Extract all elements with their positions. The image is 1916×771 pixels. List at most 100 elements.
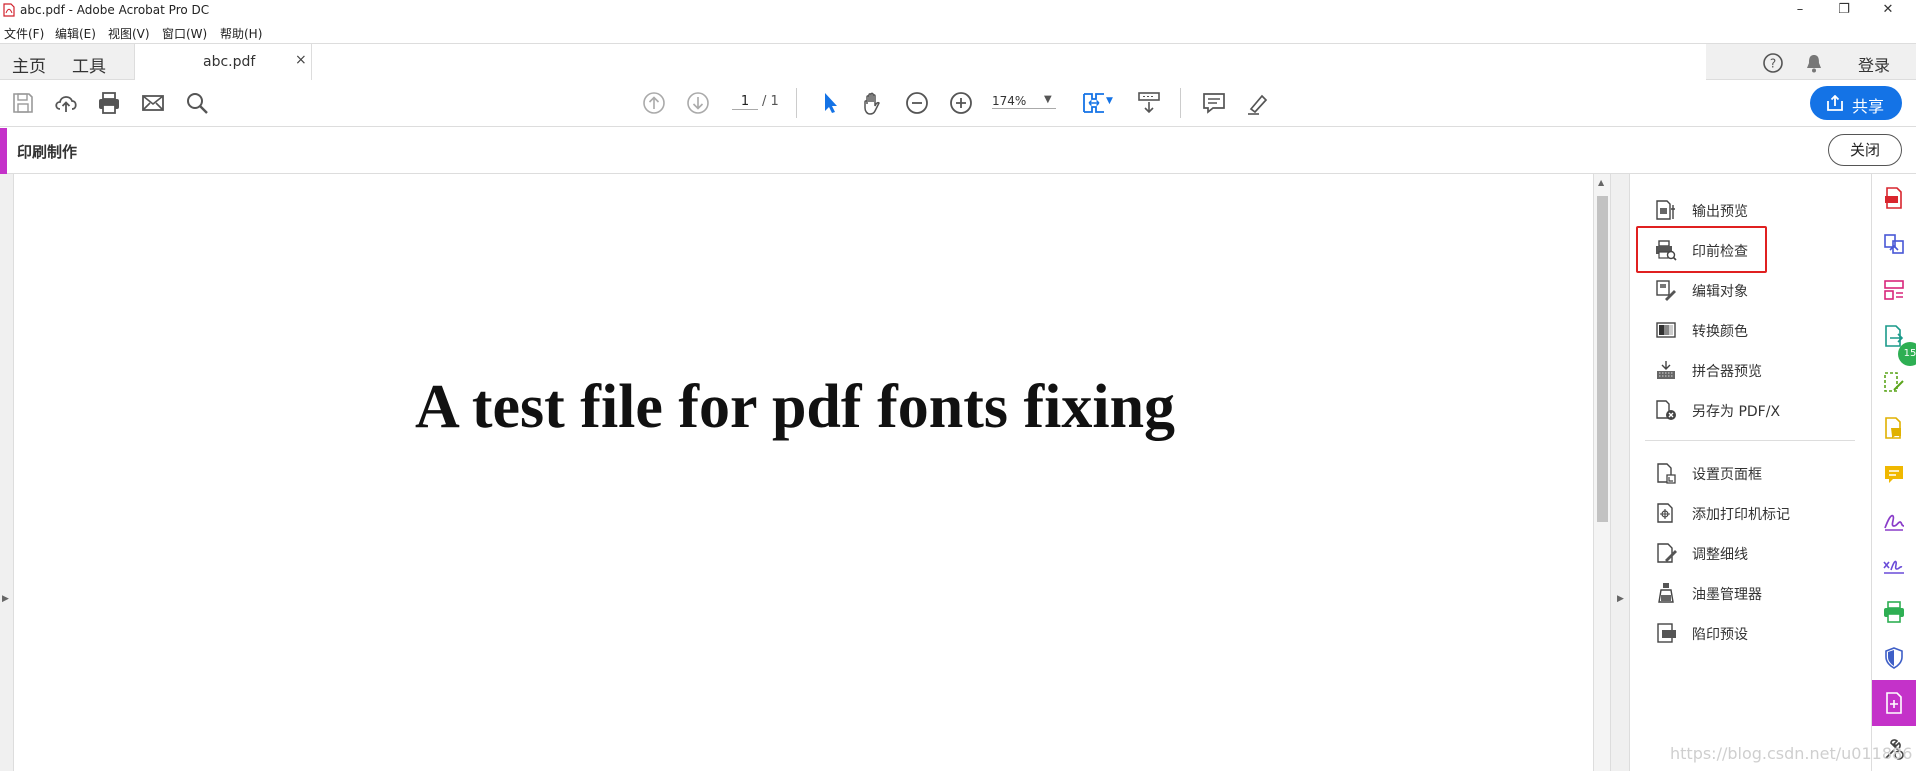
- collapse-panel-icon[interactable]: ▶: [1617, 594, 1624, 604]
- hand-tool-icon[interactable]: [860, 90, 886, 116]
- panel-item-ink-manager[interactable]: 油墨管理器: [1645, 577, 1855, 607]
- close-tool-button[interactable]: 关闭: [1828, 134, 1902, 166]
- upload-cloud-icon[interactable]: [53, 90, 79, 116]
- edit-object-icon: [1656, 280, 1676, 301]
- toolbar-separator: [796, 88, 797, 118]
- panel-item-label: 转换颜色: [1692, 324, 1748, 340]
- menu-file[interactable]: 文件(F): [4, 25, 44, 42]
- vertical-scrollbar[interactable]: ▲: [1593, 174, 1610, 771]
- search-icon[interactable]: [184, 90, 210, 116]
- tool-header: 印刷制作 关闭: [0, 128, 1916, 174]
- panel-item-label: 编辑对象: [1692, 284, 1748, 300]
- toolbar: 1 / 1 174% ▼ ▼ 共享: [0, 80, 1916, 127]
- tab-document[interactable]: abc.pdf ×: [134, 44, 312, 81]
- fit-page-icon[interactable]: [1081, 90, 1107, 116]
- close-window-button[interactable]: ✕: [1866, 0, 1910, 20]
- fit-caret-icon[interactable]: ▼: [1106, 96, 1113, 106]
- bell-icon[interactable]: [1804, 52, 1824, 74]
- panel-item-trap-presets[interactable]: 陷印预设: [1645, 617, 1855, 647]
- organize-pages-icon[interactable]: [1882, 278, 1906, 302]
- share-button[interactable]: 共享: [1810, 86, 1902, 120]
- trap-presets-icon: [1657, 623, 1676, 643]
- panel-item-label: 输出预览: [1692, 204, 1748, 220]
- document-text: A test file for pdf fonts fixing: [415, 373, 1176, 441]
- print-production-active-icon: [1886, 692, 1902, 714]
- page-total: / 1: [762, 94, 779, 109]
- previous-page-icon[interactable]: [641, 90, 667, 116]
- create-pdf-icon[interactable]: [1882, 186, 1906, 210]
- panel-item-label: 油墨管理器: [1692, 587, 1762, 603]
- panel-divider: [1645, 440, 1855, 441]
- protect-icon[interactable]: [1882, 646, 1906, 670]
- panel-item-label: 陷印预设: [1692, 627, 1748, 643]
- right-panel-collapse[interactable]: ▶: [1610, 174, 1630, 771]
- menu-help[interactable]: 帮助(H): [220, 25, 262, 42]
- convert-colors-icon: [1656, 322, 1676, 338]
- set-page-boxes-icon: [1657, 463, 1676, 484]
- share-icon: [1827, 95, 1843, 111]
- scrollbar-thumb[interactable]: [1597, 196, 1608, 522]
- notification-badge[interactable]: 15: [1898, 342, 1916, 366]
- edit-pdf-icon[interactable]: [1882, 370, 1906, 394]
- print-production-icon[interactable]: [1882, 600, 1906, 624]
- window-title: abc.pdf - Adobe Acrobat Pro DC: [20, 3, 210, 17]
- panel-item-convert-colors[interactable]: 转换颜色: [1645, 314, 1855, 344]
- panel-item-fix-hairlines[interactable]: 调整细线: [1645, 537, 1855, 567]
- left-panel-toggle[interactable]: ▶: [0, 174, 14, 771]
- highlight-pen-icon[interactable]: [1245, 90, 1271, 116]
- tab-home[interactable]: 主页: [12, 52, 46, 77]
- page-number-input[interactable]: 1: [732, 94, 758, 110]
- menu-window[interactable]: 窗口(W): [162, 25, 207, 42]
- next-page-icon[interactable]: [685, 90, 711, 116]
- flattener-preview-icon: [1657, 361, 1675, 379]
- help-icon[interactable]: ?: [1762, 52, 1784, 74]
- zoom-out-icon[interactable]: [904, 90, 930, 116]
- menu-view[interactable]: 视图(V): [108, 25, 150, 42]
- output-preview-icon: [1656, 200, 1675, 220]
- save-as-pdfx-icon: [1656, 400, 1676, 420]
- request-signatures-icon[interactable]: [1882, 554, 1906, 578]
- document-tab-label: abc.pdf: [203, 54, 256, 70]
- sidebar-active-item[interactable]: [1872, 680, 1916, 726]
- minimize-button[interactable]: –: [1778, 0, 1822, 20]
- combine-files-icon[interactable]: [1882, 232, 1906, 256]
- ink-manager-icon: [1658, 583, 1674, 603]
- comment-tool-icon[interactable]: [1882, 462, 1906, 486]
- panel-item-save-as-pdfx[interactable]: 另存为 PDF/X: [1645, 394, 1855, 424]
- sign-icon[interactable]: [1882, 508, 1906, 532]
- tool-accent-bar: [0, 128, 7, 174]
- panel-item-add-printer-marks[interactable]: 添加打印机标记: [1645, 497, 1855, 527]
- scroll-mode-icon[interactable]: [1136, 90, 1162, 116]
- acrobat-app-icon: [3, 3, 15, 17]
- title-bar: abc.pdf - Adobe Acrobat Pro DC – ❐ ✕: [0, 0, 1916, 20]
- panel-item-output-preview[interactable]: 输出预览: [1645, 194, 1855, 224]
- panel-item-flattener-preview[interactable]: 拼合器预览: [1645, 354, 1855, 384]
- save-icon[interactable]: [10, 90, 36, 116]
- close-tab-icon[interactable]: ×: [295, 52, 307, 68]
- chevron-down-icon[interactable]: ▼: [1044, 94, 1052, 105]
- tab-strip-background: [312, 44, 1706, 81]
- zoom-in-icon[interactable]: [948, 90, 974, 116]
- scroll-up-icon[interactable]: ▲: [1598, 178, 1604, 187]
- panel-item-edit-object[interactable]: 编辑对象: [1645, 274, 1855, 304]
- panel-item-label: 另存为 PDF/X: [1692, 404, 1781, 420]
- login-link[interactable]: 登录: [1858, 52, 1890, 76]
- panel-item-set-page-boxes[interactable]: 设置页面框: [1645, 457, 1855, 487]
- share-label: 共享: [1852, 97, 1885, 116]
- print-icon[interactable]: [96, 90, 122, 116]
- document-page[interactable]: [15, 174, 1593, 771]
- watermark-text: https://blog.csdn.net/u011886: [1670, 744, 1913, 763]
- menu-edit[interactable]: 编辑(E): [55, 25, 96, 42]
- tools-sidebar: 15: [1871, 174, 1916, 771]
- fill-sign-icon[interactable]: [1882, 416, 1906, 440]
- preflight-highlight-box: [1636, 226, 1767, 273]
- tab-tools[interactable]: 工具: [72, 52, 106, 77]
- select-cursor-icon[interactable]: [817, 90, 843, 116]
- expand-left-icon[interactable]: ▶: [2, 594, 9, 604]
- panel-item-label: 设置页面框: [1692, 467, 1762, 483]
- restore-button[interactable]: ❐: [1822, 0, 1866, 20]
- mail-icon[interactable]: [140, 90, 166, 116]
- toolbar-separator: [1180, 88, 1181, 118]
- comment-icon[interactable]: [1201, 90, 1227, 116]
- svg-text:?: ?: [1770, 57, 1776, 71]
